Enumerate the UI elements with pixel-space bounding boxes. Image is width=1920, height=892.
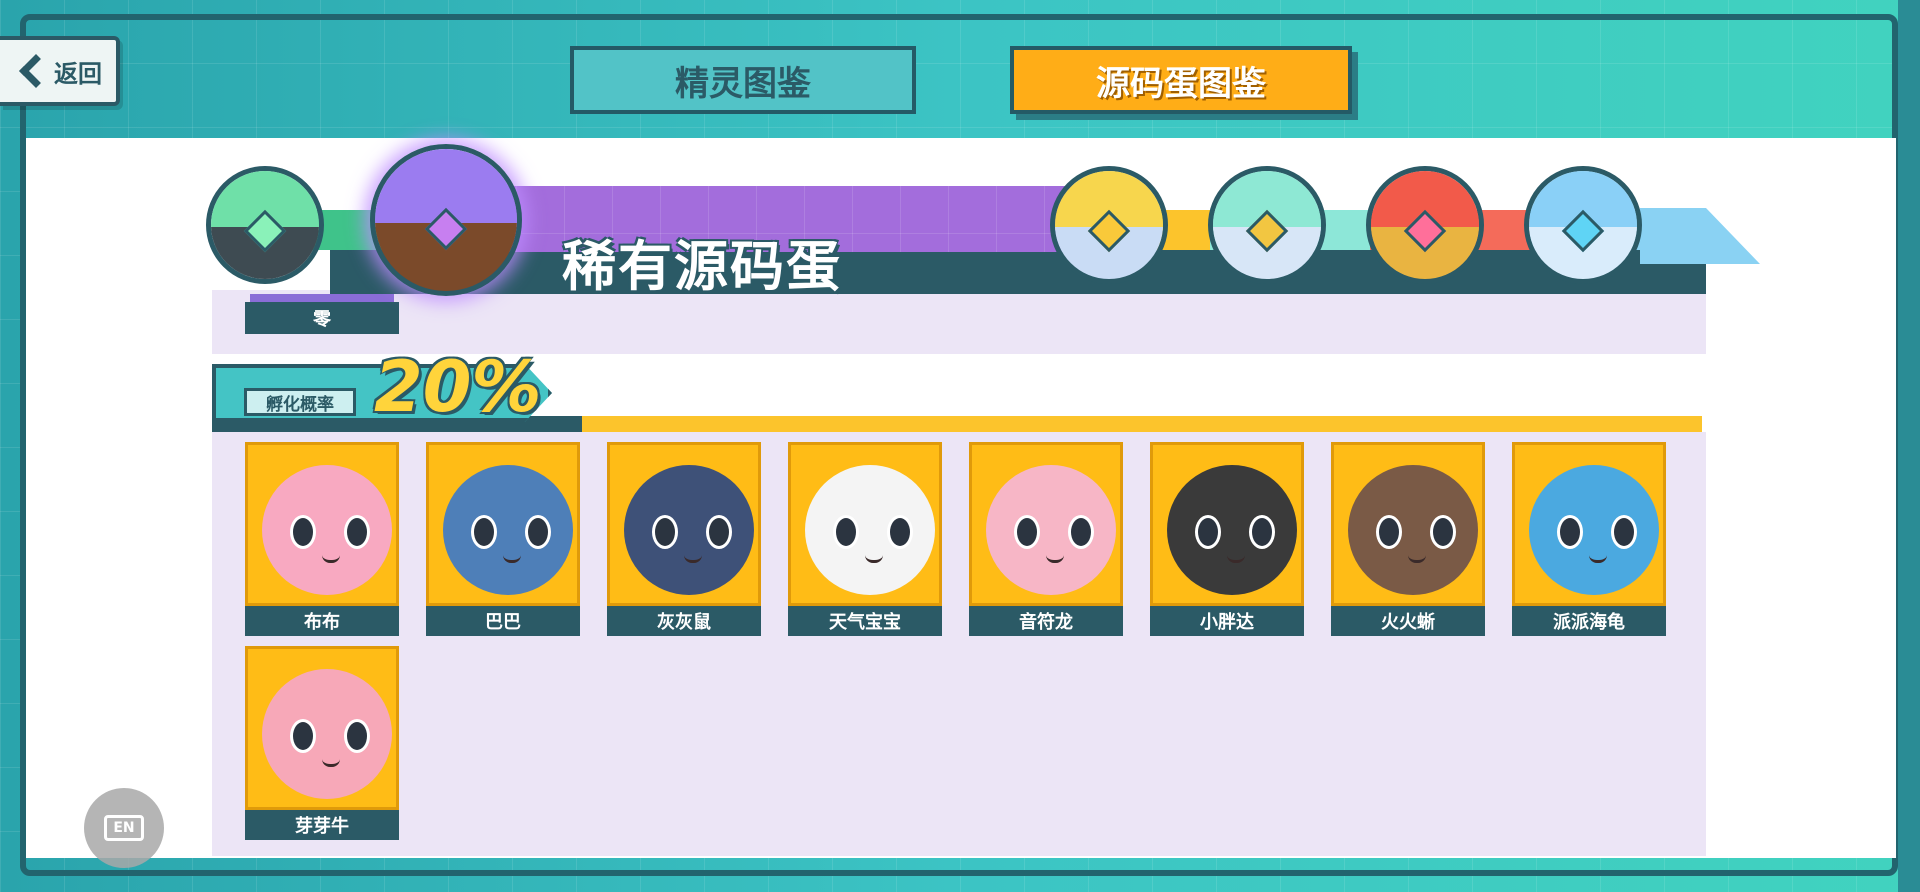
language-button-label: EN	[104, 815, 144, 841]
green-egg[interactable]	[206, 166, 324, 284]
pet-name: 灰灰鼠	[607, 606, 761, 636]
pet-card[interactable]: 音符龙	[969, 442, 1123, 636]
pet-face-icon	[624, 465, 754, 595]
back-button-label: 返回	[54, 59, 102, 88]
hatch-rate-label: 孵化概率	[244, 388, 356, 416]
pet-portrait	[1150, 442, 1304, 606]
pet-eye-icon	[290, 515, 316, 549]
pet-name: 派派海龟	[1512, 606, 1666, 636]
pet-face-icon	[1167, 465, 1297, 595]
pet-portrait	[1331, 442, 1485, 606]
pet-eye-icon	[652, 515, 678, 549]
pet-card[interactable]: 芽芽牛	[245, 646, 399, 840]
pet-eye-icon	[344, 719, 370, 753]
pet-face-icon	[986, 465, 1116, 595]
pet-face-icon	[262, 465, 392, 595]
pet-portrait	[245, 442, 399, 606]
egg-category-title: 稀有源码蛋	[562, 235, 842, 298]
pet-portrait	[1512, 442, 1666, 606]
pet-name: 天气宝宝	[788, 606, 942, 636]
red-egg[interactable]	[1366, 166, 1484, 284]
pet-eye-icon	[1611, 515, 1637, 549]
pet-card[interactable]: 火火蜥	[1331, 442, 1485, 636]
pet-card[interactable]: 灰灰鼠	[607, 442, 761, 636]
hatch-rate-value: 20%	[374, 346, 542, 428]
pet-eye-icon	[1068, 515, 1094, 549]
pet-eye-icon	[1014, 515, 1040, 549]
pet-eye-icon	[1249, 515, 1275, 549]
pet-name: 芽芽牛	[245, 810, 399, 840]
pet-portrait	[969, 442, 1123, 606]
pet-name: 巴巴	[426, 606, 580, 636]
pet-eye-icon	[1376, 515, 1402, 549]
pet-eye-icon	[344, 515, 370, 549]
pet-face-icon	[443, 465, 573, 595]
pet-card[interactable]: 小胖达	[1150, 442, 1304, 636]
pet-face-icon	[262, 669, 392, 799]
pet-name: 火火蜥	[1331, 606, 1485, 636]
pet-eye-icon	[706, 515, 732, 549]
partial-row-background	[212, 290, 1706, 354]
rainbow-egg[interactable]	[1208, 166, 1326, 284]
tab-pet-handbook-label: 精灵图鉴	[675, 63, 811, 104]
pet-eye-icon	[471, 515, 497, 549]
tab-pet-handbook[interactable]: 精灵图鉴	[570, 46, 916, 114]
pet-card[interactable]: 派派海龟	[1512, 442, 1666, 636]
blue-egg[interactable]	[1524, 166, 1642, 284]
purple-egg[interactable]	[370, 144, 522, 296]
pet-eye-icon	[1430, 515, 1456, 549]
pet-name: 布布	[245, 606, 399, 636]
chevron-left-icon	[19, 54, 53, 88]
pet-portrait	[426, 442, 580, 606]
tab-egg-handbook-label: 源码蛋图鉴	[1096, 63, 1266, 104]
pet-eye-icon	[1195, 515, 1221, 549]
pet-portrait	[607, 442, 761, 606]
pet-name: 音符龙	[969, 606, 1123, 636]
pet-card[interactable]: 巴巴	[426, 442, 580, 636]
pet-card[interactable]: 天气宝宝	[788, 442, 942, 636]
pet-eye-icon	[887, 515, 913, 549]
pet-name: 小胖达	[1150, 606, 1304, 636]
gold-egg[interactable]	[1050, 166, 1168, 284]
pet-eye-icon	[1557, 515, 1583, 549]
pet-face-icon	[1348, 465, 1478, 595]
language-button[interactable]: EN	[84, 788, 164, 868]
pet-card[interactable]: 布布	[245, 442, 399, 636]
pet-face-icon	[1529, 465, 1659, 595]
scrollbar-strip	[1898, 0, 1920, 892]
back-button[interactable]: 返回	[0, 36, 120, 106]
pet-eye-icon	[833, 515, 859, 549]
banner-base	[330, 250, 1706, 294]
partial-pet-name: 零	[245, 302, 399, 334]
tab-egg-handbook[interactable]: 源码蛋图鉴	[1010, 46, 1352, 114]
pet-portrait	[245, 646, 399, 810]
pet-eye-icon	[525, 515, 551, 549]
pet-face-icon	[805, 465, 935, 595]
pet-eye-icon	[290, 719, 316, 753]
pet-portrait	[788, 442, 942, 606]
